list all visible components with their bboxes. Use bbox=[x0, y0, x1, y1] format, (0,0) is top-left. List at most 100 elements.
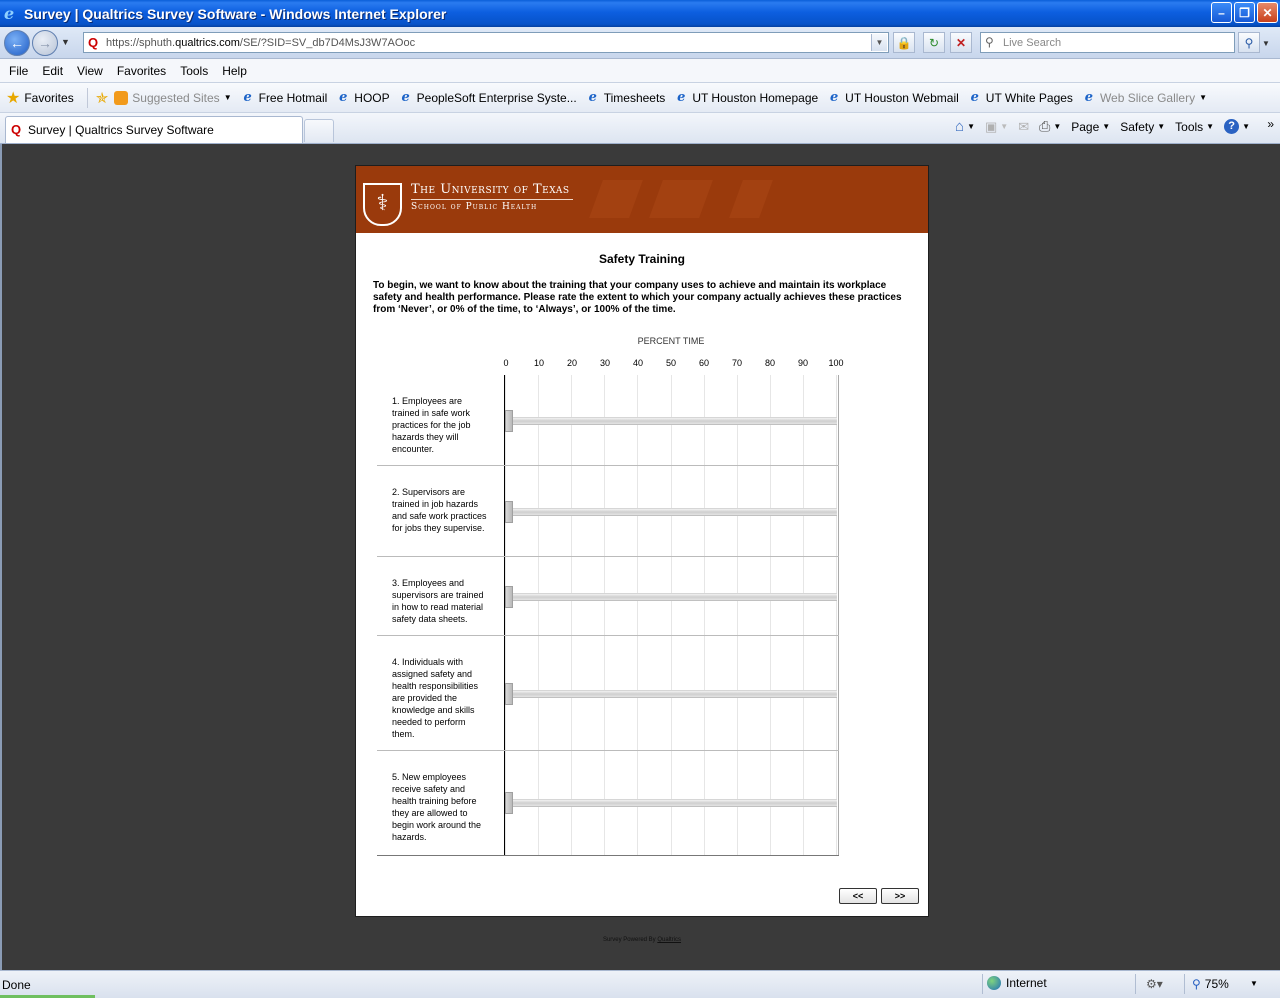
address-input[interactable]: Q https://sphuth. qualtrics.com/SE/?SID=S… bbox=[83, 32, 889, 53]
tools-menu-button[interactable]: Tools ▼ bbox=[1175, 120, 1214, 134]
protected-mode-icon[interactable]: ⚙▾ bbox=[1146, 977, 1163, 991]
home-button[interactable]: ⌂ ▼ bbox=[955, 118, 975, 135]
favorite-hoop[interactable]: e HOOP bbox=[336, 89, 389, 105]
zoom-level-button[interactable]: ⚲ 75% bbox=[1192, 977, 1229, 991]
feeds-button[interactable]: ▣ ▼ bbox=[985, 119, 1008, 135]
statement-label: 2. Supervisors are trained in job hazard… bbox=[392, 487, 487, 533]
search-icon: ⚲ bbox=[1244, 35, 1254, 50]
security-zone[interactable]: Internet bbox=[987, 976, 1047, 990]
menu-help[interactable]: Help bbox=[222, 64, 255, 78]
favorite-web-slice-gallery[interactable]: e Web Slice Gallery ▼ bbox=[1082, 90, 1207, 105]
back-button[interactable]: ← bbox=[4, 30, 30, 56]
favorite-suggested-sites[interactable]: Suggested Sites ▼ bbox=[114, 90, 232, 105]
survey-header-banner: ⚕ The University of Texas School of Publ… bbox=[356, 166, 928, 233]
slider-handle[interactable] bbox=[505, 501, 513, 523]
favorite-ut-houston-homepage[interactable]: e UT Houston Homepage bbox=[674, 89, 818, 105]
question-intro: To begin, we want to know about the trai… bbox=[373, 280, 902, 315]
qualtrics-favicon-icon: Q bbox=[88, 35, 99, 50]
slider-handle[interactable] bbox=[505, 410, 513, 432]
banner-rule bbox=[411, 199, 573, 200]
restore-button[interactable]: ❐ bbox=[1234, 2, 1255, 23]
slider-track[interactable] bbox=[505, 417, 837, 425]
statement-label: 5. New employees receive safety and heal… bbox=[392, 772, 482, 842]
ie-page-icon: e bbox=[339, 89, 348, 105]
chevron-down-icon: ▼ bbox=[967, 122, 975, 131]
stop-button[interactable]: ✕ bbox=[950, 32, 972, 53]
scale-tick-label: 10 bbox=[533, 358, 544, 368]
page-menu-label: Page bbox=[1071, 119, 1100, 134]
favorite-free-hotmail[interactable]: e Free Hotmail bbox=[241, 90, 328, 105]
menu-favorites[interactable]: Favorites bbox=[117, 64, 174, 78]
security-lock-button[interactable]: 🔒 bbox=[893, 32, 915, 53]
zoom-level: 75% bbox=[1204, 977, 1229, 991]
page-viewport: ⚕ The University of Texas School of Publ… bbox=[0, 144, 1280, 970]
refresh-button[interactable]: ↻ bbox=[923, 32, 945, 53]
slider-track[interactable] bbox=[505, 593, 837, 601]
favorite-ut-houston-webmail[interactable]: e UT Houston Webmail bbox=[827, 89, 959, 105]
question-title: Safety Training bbox=[598, 252, 686, 266]
forward-button[interactable]: → bbox=[32, 30, 58, 56]
scale-tick-label: 0 bbox=[503, 358, 509, 368]
tab-survey[interactable]: Q Survey | Qualtrics Survey Software bbox=[5, 116, 303, 143]
favorite-label: PeopleSoft Enterprise Syste... bbox=[416, 90, 577, 105]
slider-track[interactable] bbox=[505, 690, 837, 698]
back-page-button[interactable]: << bbox=[839, 888, 877, 904]
search-provider-icon: ⚲ bbox=[985, 35, 994, 49]
help-button[interactable]: ? ▼ bbox=[1224, 119, 1250, 134]
print-button[interactable]: ⎙ ▼ bbox=[1039, 118, 1061, 135]
new-tab-button[interactable] bbox=[304, 119, 334, 142]
command-bar: ⌂ ▼ ▣ ▼ ✉ ⎙ ▼ Page ▼ Safety ▼ Tools ▼ ? ▼ bbox=[955, 118, 1250, 135]
status-bar: Done Internet ⚙▾ ⚲ 75% ▼ bbox=[0, 970, 1280, 998]
chevron-down-icon: ▼ bbox=[1053, 122, 1062, 131]
statement-label: 1. Employees are trained in safe work pr… bbox=[392, 396, 471, 454]
url-prefix: https://sphuth. bbox=[106, 36, 176, 49]
menu-edit[interactable]: Edit bbox=[42, 64, 71, 78]
favorite-ut-white-pages[interactable]: e UT White Pages bbox=[968, 90, 1073, 105]
more-commands-chevron-icon[interactable]: » bbox=[1267, 117, 1274, 131]
lock-icon: 🔒 bbox=[896, 35, 912, 50]
slider-row: 3. Employees and supervisors are trained… bbox=[377, 557, 839, 636]
star-icon: ★ bbox=[6, 89, 21, 107]
suggested-sites-icon bbox=[114, 90, 129, 105]
search-input[interactable]: ⚲ Live Search bbox=[980, 32, 1235, 53]
next-page-button[interactable]: >> bbox=[881, 888, 919, 904]
ie-page-icon: e bbox=[588, 89, 597, 105]
status-text: Done bbox=[2, 978, 31, 992]
slider-handle[interactable] bbox=[505, 683, 513, 705]
close-window-button[interactable]: ✕ bbox=[1257, 2, 1278, 23]
qualtrics-favicon-icon: Q bbox=[11, 122, 22, 137]
arrow-right-icon: → bbox=[38, 35, 52, 51]
tools-menu-label: Tools bbox=[1175, 119, 1204, 134]
slider-row: 5. New employees receive safety and heal… bbox=[377, 751, 839, 855]
ie-page-icon: e bbox=[830, 89, 839, 105]
search-button[interactable]: ⚲ bbox=[1238, 32, 1260, 53]
search-options-dropdown[interactable]: ▼ bbox=[1262, 39, 1270, 48]
scale-tick-label: 50 bbox=[665, 358, 676, 368]
favorite-label: Free Hotmail bbox=[258, 90, 328, 105]
safety-menu-button[interactable]: Safety ▼ bbox=[1120, 120, 1165, 134]
address-dropdown-button[interactable]: ▼ bbox=[871, 34, 887, 51]
favorite-peoplesoft[interactable]: e PeopleSoft Enterprise Syste... bbox=[399, 90, 577, 105]
scale-tick-label: 80 bbox=[764, 358, 775, 368]
menu-file[interactable]: File bbox=[9, 64, 36, 78]
read-mail-button[interactable]: ✉ bbox=[1018, 119, 1029, 135]
ie-page-icon: e bbox=[677, 89, 686, 105]
favorite-timesheets[interactable]: e Timesheets bbox=[586, 89, 666, 105]
globe-icon bbox=[987, 976, 1001, 990]
menu-view[interactable]: View bbox=[77, 64, 111, 78]
add-to-favorites-icon[interactable]: ✯ bbox=[96, 89, 109, 107]
slider-handle[interactable] bbox=[505, 586, 513, 608]
minimize-button[interactable]: – bbox=[1211, 2, 1232, 23]
menu-tools[interactable]: Tools bbox=[180, 64, 216, 78]
qualtrics-link[interactable]: Qualtrics bbox=[657, 937, 681, 943]
recent-pages-dropdown[interactable]: ▼ bbox=[61, 37, 70, 47]
page-menu-button[interactable]: Page ▼ bbox=[1071, 120, 1110, 134]
slider-track[interactable] bbox=[505, 508, 837, 516]
chevron-down-icon[interactable]: ▼ bbox=[1250, 979, 1258, 988]
favorites-button[interactable]: ★ Favorites bbox=[6, 88, 74, 108]
slider-track[interactable] bbox=[505, 799, 837, 807]
chevron-down-icon: ▼ bbox=[1157, 122, 1166, 131]
scale-tick-label: 30 bbox=[599, 358, 610, 368]
chevron-down-icon: ▼ bbox=[1242, 122, 1250, 131]
slider-handle[interactable] bbox=[505, 792, 513, 814]
